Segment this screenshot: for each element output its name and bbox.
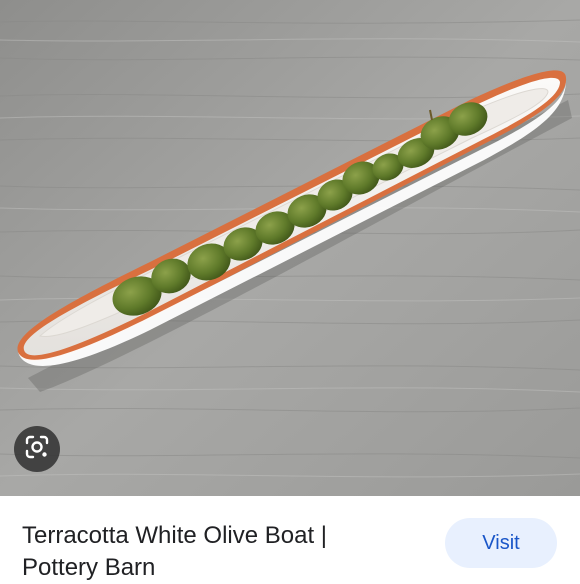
result-title-line1: Terracotta White Olive Boat | bbox=[22, 522, 328, 549]
result-title[interactable]: Terracotta White Olive Boat | Pottery Ba… bbox=[22, 520, 422, 584]
google-lens-button[interactable] bbox=[14, 426, 60, 472]
visit-button[interactable]: Visit bbox=[445, 518, 557, 568]
product-image[interactable] bbox=[0, 0, 580, 496]
result-title-line2: Pottery Barn bbox=[22, 554, 156, 581]
google-lens-icon bbox=[24, 434, 50, 465]
olive-boat-photo bbox=[0, 0, 580, 496]
